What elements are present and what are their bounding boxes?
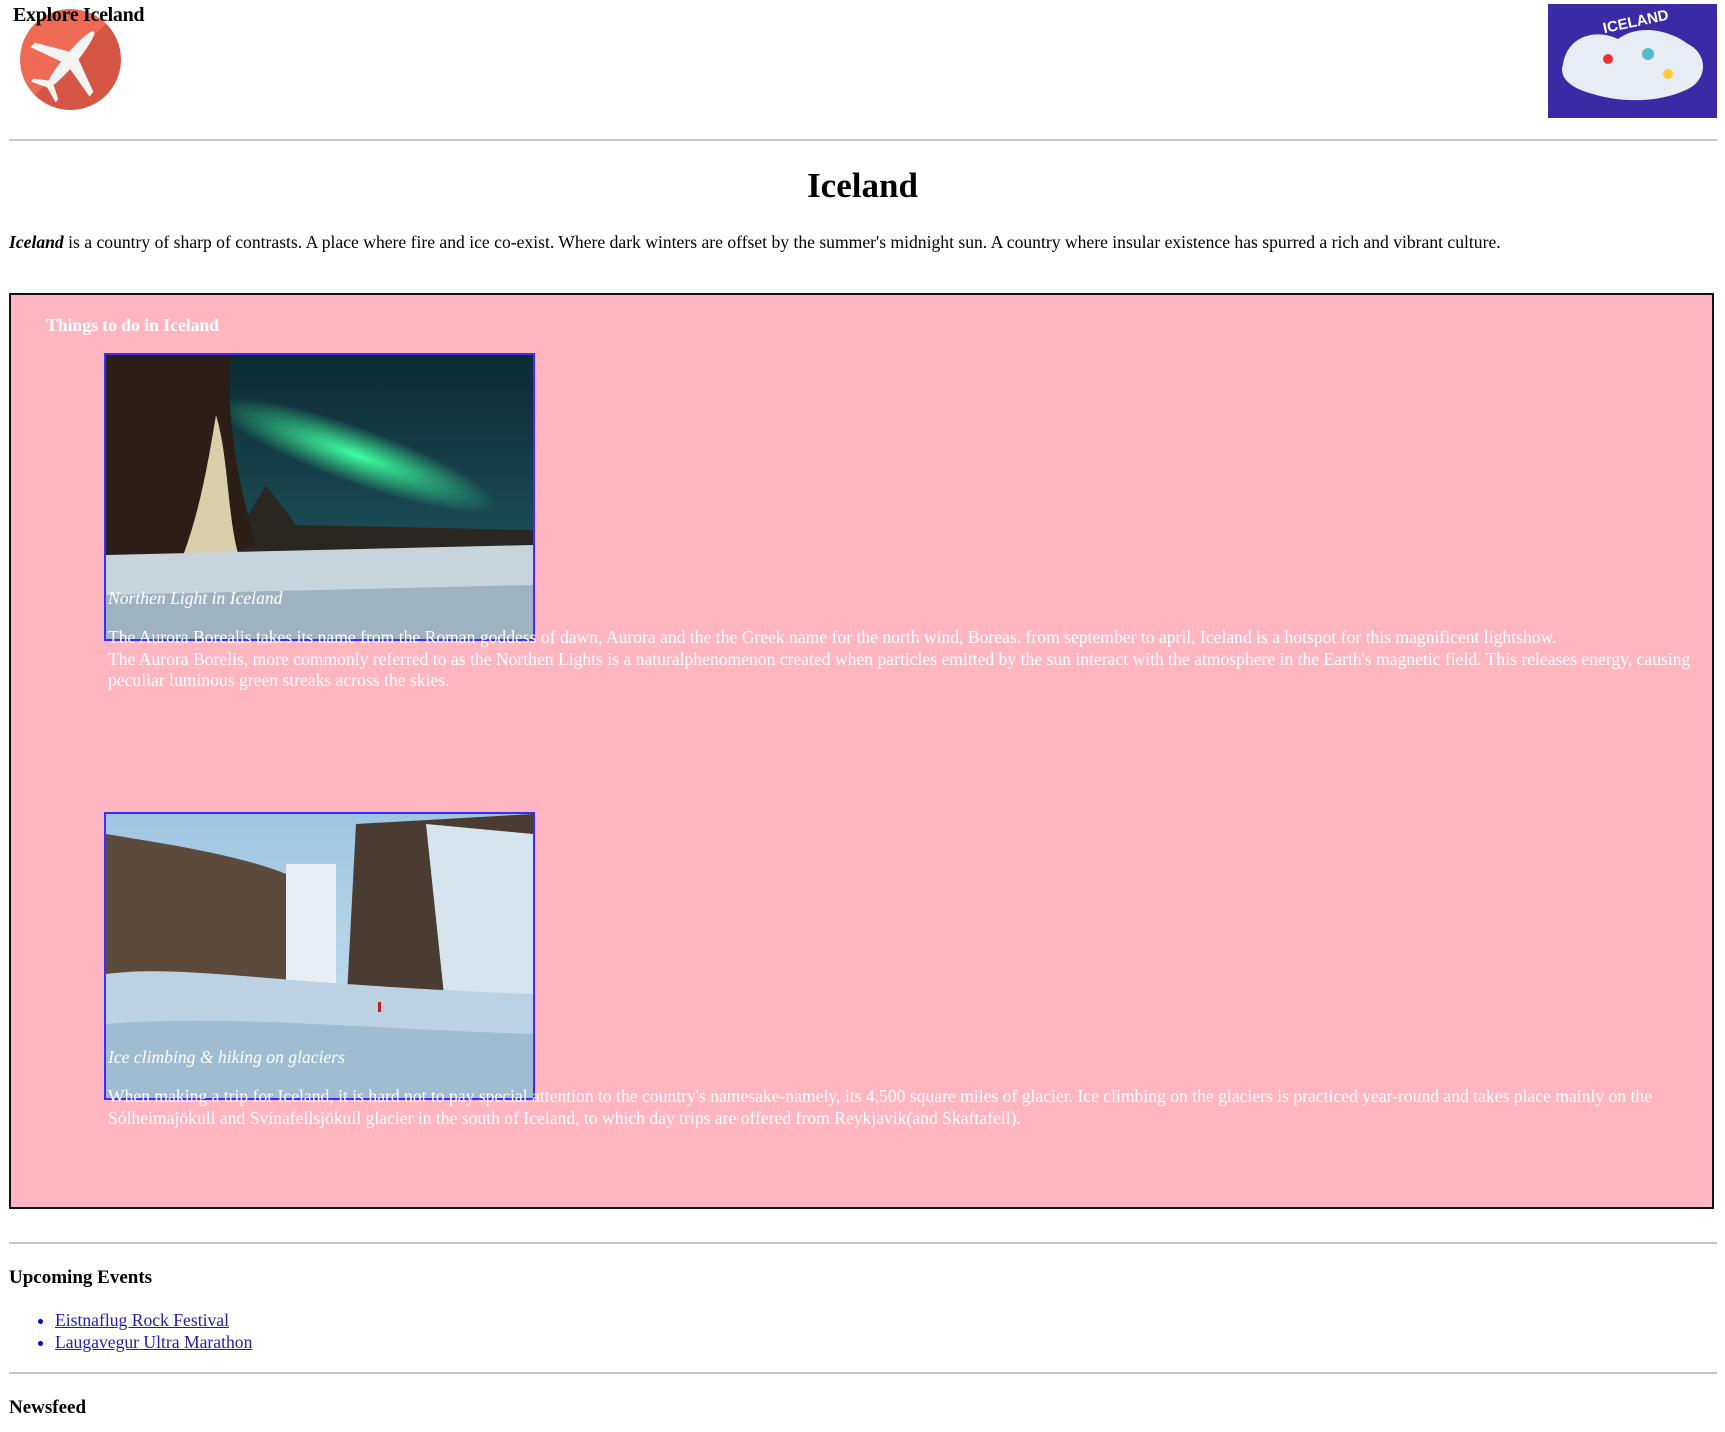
- item-description: When making a trip for Iceland, it is ha…: [108, 1086, 1725, 1129]
- list-item: Laugavegur Ultra Marathon: [55, 1331, 252, 1353]
- upcoming-events-heading: Upcoming Events: [9, 1267, 153, 1288]
- intro-text: is a country of sharp of contrasts. A pl…: [63, 232, 1501, 252]
- page-title: Iceland: [807, 166, 918, 205]
- divider: [9, 1372, 1717, 1374]
- event-link[interactable]: Laugavegur Ultra Marathon: [55, 1332, 252, 1352]
- intro-emphasis: Iceland: [9, 232, 64, 252]
- image-caption: Ice climbing & hiking on glaciers: [108, 1047, 345, 1067]
- item-description: The Aurora Borealis takes its name from …: [108, 627, 1725, 692]
- description-line: The Aurora Borealis takes its name from …: [108, 627, 1557, 647]
- intro-paragraph: Iceland is a country of sharp of contras…: [9, 232, 1717, 253]
- newsfeed-heading: Newsfeed: [9, 1397, 87, 1418]
- section-heading: Things to do in Iceland: [46, 315, 220, 335]
- divider: [9, 139, 1717, 141]
- events-list: Eistnaflug Rock Festival Laugavegur Ultr…: [13, 1309, 252, 1353]
- site-title: Explore Iceland: [13, 4, 145, 26]
- description-line: The Aurora Borelis, more commonly referr…: [108, 648, 1691, 691]
- event-link[interactable]: Eistnaflug Rock Festival: [55, 1310, 229, 1330]
- image-caption: Northen Light in Iceland: [108, 588, 283, 608]
- divider: [9, 1242, 1717, 1244]
- iceland-map-image: ICELAND: [1548, 4, 1717, 118]
- description-line: When making a trip for Iceland, it is ha…: [108, 1086, 1653, 1128]
- things-to-do-section: Things to do in Iceland Northen Light in…: [9, 293, 1714, 1209]
- list-item: Eistnaflug Rock Festival: [55, 1309, 252, 1331]
